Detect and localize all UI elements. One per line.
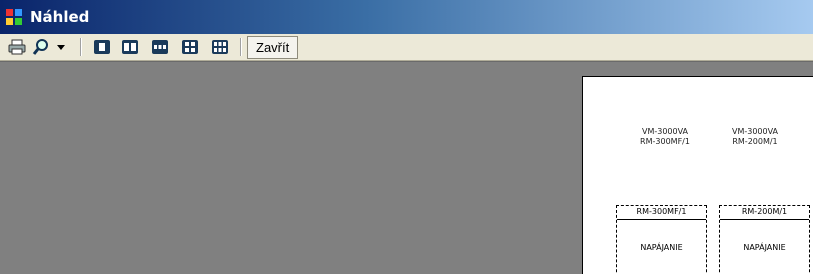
print-button[interactable] bbox=[6, 37, 28, 57]
three-pages-button[interactable] bbox=[150, 37, 170, 57]
one-page-button[interactable] bbox=[92, 37, 112, 57]
zoom-dropdown[interactable] bbox=[54, 37, 68, 57]
box-1: RM-300MF/1 NAPÁJANIE bbox=[616, 205, 707, 274]
window-title: Náhled bbox=[30, 8, 90, 26]
separator bbox=[80, 38, 82, 56]
box-2-text: NAPÁJANIE bbox=[743, 243, 786, 252]
box-1-header: RM-300MF/1 bbox=[636, 207, 687, 216]
print-icon bbox=[8, 39, 26, 55]
label-1-line1: VM-3000VA bbox=[641, 127, 689, 136]
app-icon bbox=[6, 9, 22, 25]
divider bbox=[720, 219, 809, 220]
one-page-icon bbox=[94, 40, 110, 54]
dropdown-arrow-icon bbox=[57, 44, 65, 50]
two-pages-icon bbox=[122, 40, 138, 54]
divider bbox=[617, 219, 706, 220]
preview-page: VM-3000VA RM-300MF/1 VM-3000VA RM-200M/1… bbox=[582, 76, 813, 274]
box-1-text: NAPÁJANIE bbox=[640, 243, 683, 252]
four-pages-button[interactable] bbox=[180, 37, 200, 57]
label-2: VM-3000VA RM-200M/1 bbox=[709, 127, 801, 147]
label-2-line1: VM-3000VA bbox=[731, 127, 779, 136]
label-1: VM-3000VA RM-300MF/1 bbox=[619, 127, 711, 147]
box-2: RM-200M/1 NAPÁJANIE bbox=[719, 205, 810, 274]
four-pages-icon bbox=[182, 40, 198, 54]
title-bar: Náhled bbox=[0, 0, 813, 34]
label-1-line2: RM-300MF/1 bbox=[640, 137, 690, 146]
zoom-button[interactable] bbox=[30, 37, 52, 57]
separator bbox=[240, 38, 242, 56]
three-pages-icon bbox=[152, 40, 168, 54]
close-button[interactable]: Zavřít bbox=[247, 36, 299, 59]
six-pages-icon bbox=[212, 40, 228, 54]
toolbar: Zavřít bbox=[0, 34, 813, 61]
six-pages-button[interactable] bbox=[210, 37, 230, 57]
two-pages-button[interactable] bbox=[120, 37, 140, 57]
zoom-icon bbox=[32, 39, 48, 55]
box-2-header: RM-200M/1 bbox=[741, 207, 788, 216]
label-2-line2: RM-200M/1 bbox=[732, 137, 778, 146]
